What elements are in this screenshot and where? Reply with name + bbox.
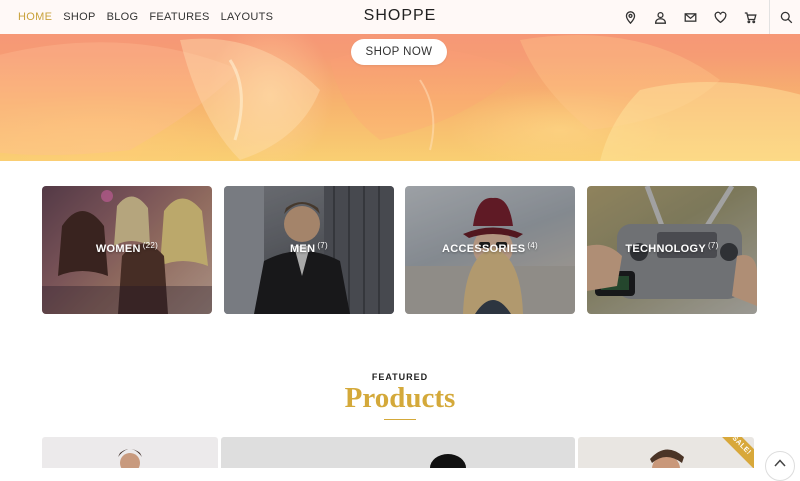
category-grid: WOMEN (22) MEN (7) ACCESSORIES (4) TECHN… [42,186,758,314]
nav-icon-group [615,0,800,34]
featured-title: Products [344,382,456,414]
nav-divider [769,0,770,34]
nav-link-layouts[interactable]: LAYOUTS [221,11,274,23]
featured-kicker: FEATURED [371,372,429,382]
category-count: (22) [142,241,159,250]
product-card[interactable] [42,437,218,468]
nav-link-shop[interactable]: SHOP [63,11,95,23]
nav-link-home[interactable]: HOME [18,11,52,23]
scroll-to-top-button[interactable] [765,451,795,481]
category-label: TECHNOLOGY (7) [587,241,757,255]
cart-icon[interactable] [735,0,765,34]
location-pin-icon[interactable] [615,0,645,34]
shop-now-button[interactable]: SHOP NOW [351,39,447,65]
category-label: WOMEN (22) [42,241,212,255]
category-card-men[interactable]: MEN (7) [224,186,394,314]
search-icon[interactable] [772,0,800,34]
category-name: WOMEN [95,243,141,255]
category-name: MEN [289,243,316,255]
product-image [118,449,142,468]
category-label: ACCESSORIES (4) [405,241,575,255]
category-card-accessories[interactable]: ACCESSORIES (4) [405,186,575,314]
top-navbar: HOME SHOP BLOG FEATURES LAYOUTS SHOPPE [0,0,800,34]
category-card-technology[interactable]: TECHNOLOGY (7) [587,186,757,314]
user-icon[interactable] [645,0,675,34]
category-name: ACCESSORIES [441,243,526,255]
product-card[interactable] [221,437,575,468]
nav-link-blog[interactable]: BLOG [107,11,139,23]
brand-logo[interactable]: SHOPPE [364,7,437,24]
category-label: MEN (7) [224,241,394,255]
product-card[interactable]: SALE! [578,437,754,468]
primary-nav: HOME SHOP BLOG FEATURES LAYOUTS [18,0,284,34]
category-count: (4) [527,241,539,250]
featured-divider [384,419,416,420]
heart-icon[interactable] [705,0,735,34]
nav-link-features[interactable]: FEATURES [149,11,209,23]
category-count: (7) [707,241,719,250]
chevron-up-icon [774,459,786,467]
category-count: (7) [317,241,329,250]
mail-icon[interactable] [675,0,705,34]
category-card-women[interactable]: WOMEN (22) [42,186,212,314]
product-image [430,454,466,468]
category-name: TECHNOLOGY [625,243,706,255]
